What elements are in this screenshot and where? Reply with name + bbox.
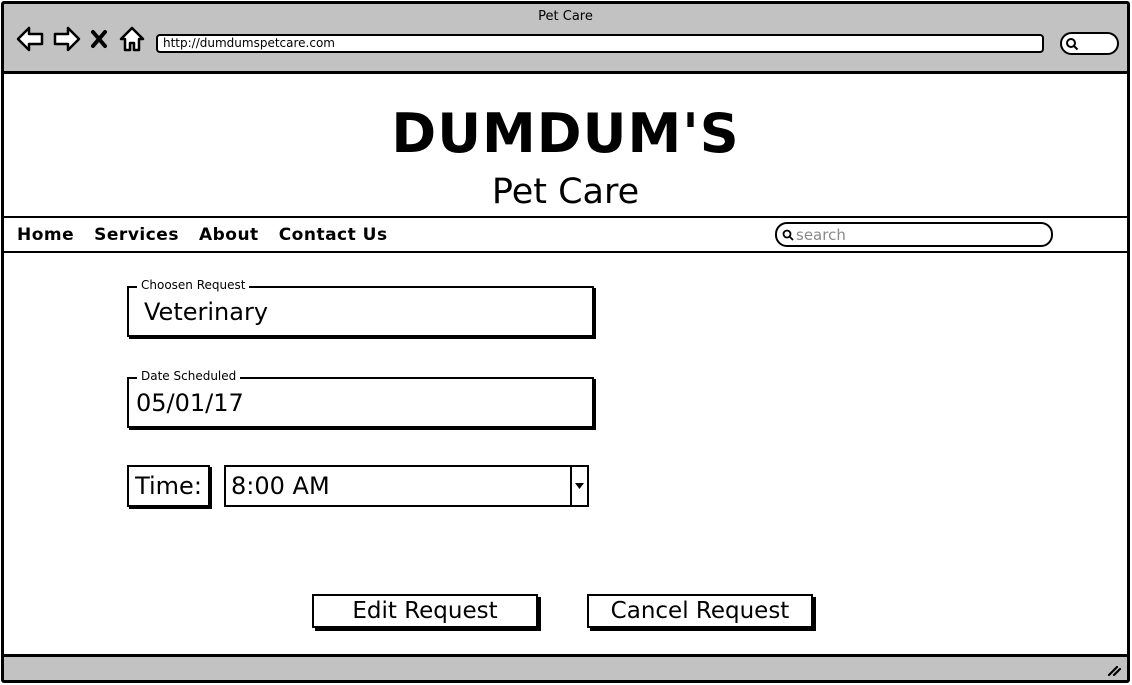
nav-item-home[interactable]: Home [17,223,74,247]
chosen-request-label: Choosen Request [137,277,250,293]
date-scheduled-label: Date Scheduled [137,368,241,384]
time-dropdown-toggle[interactable] [570,467,587,505]
time-selected-value: 8:00 AM [231,472,330,500]
site-subtitle: Pet Care [491,172,640,212]
date-scheduled-field[interactable]: Date Scheduled 05/01/17 [127,368,594,428]
window-title: Pet Care [538,9,593,24]
nav-item-about[interactable]: About [199,223,259,247]
site-logo: DUMDUM'S [391,102,740,165]
home-icon[interactable] [117,24,147,54]
resize-grip-icon[interactable] [1107,663,1121,677]
browser-chrome: Pet Care http://dumdumspetcare.com [4,4,1127,74]
site-search-box [775,222,1053,247]
arrow-left-icon[interactable] [15,24,45,54]
site-search-input[interactable] [796,225,1036,245]
search-icon [1066,38,1079,51]
arrow-right-icon[interactable] [52,24,82,54]
chosen-request-field[interactable]: Choosen Request Veterinary [127,277,594,337]
browser-search-field[interactable] [1060,32,1119,55]
nav-item-services[interactable]: Services [94,223,179,247]
cancel-request-button[interactable]: Cancel Request [587,594,813,628]
nav-item-contact-us[interactable]: Contact Us [279,223,388,247]
browser-window: Pet Care http://dumdumspetcare.com DUMDU… [1,1,1130,683]
chosen-request-value: Veterinary [144,298,269,326]
close-icon[interactable] [88,24,110,54]
url-bar[interactable]: http://dumdumspetcare.com [156,34,1044,53]
date-scheduled-value: 05/01/17 [136,389,244,417]
time-select[interactable]: 8:00 AM [224,465,589,507]
search-icon [782,229,794,241]
status-bar [4,654,1127,680]
edit-request-button[interactable]: Edit Request [312,594,538,628]
nav-links: Home Services About Contact Us [17,223,388,247]
chevron-down-icon [575,483,584,489]
site-navbar: Home Services About Contact Us [4,216,1127,253]
time-label: Time: [127,465,210,507]
